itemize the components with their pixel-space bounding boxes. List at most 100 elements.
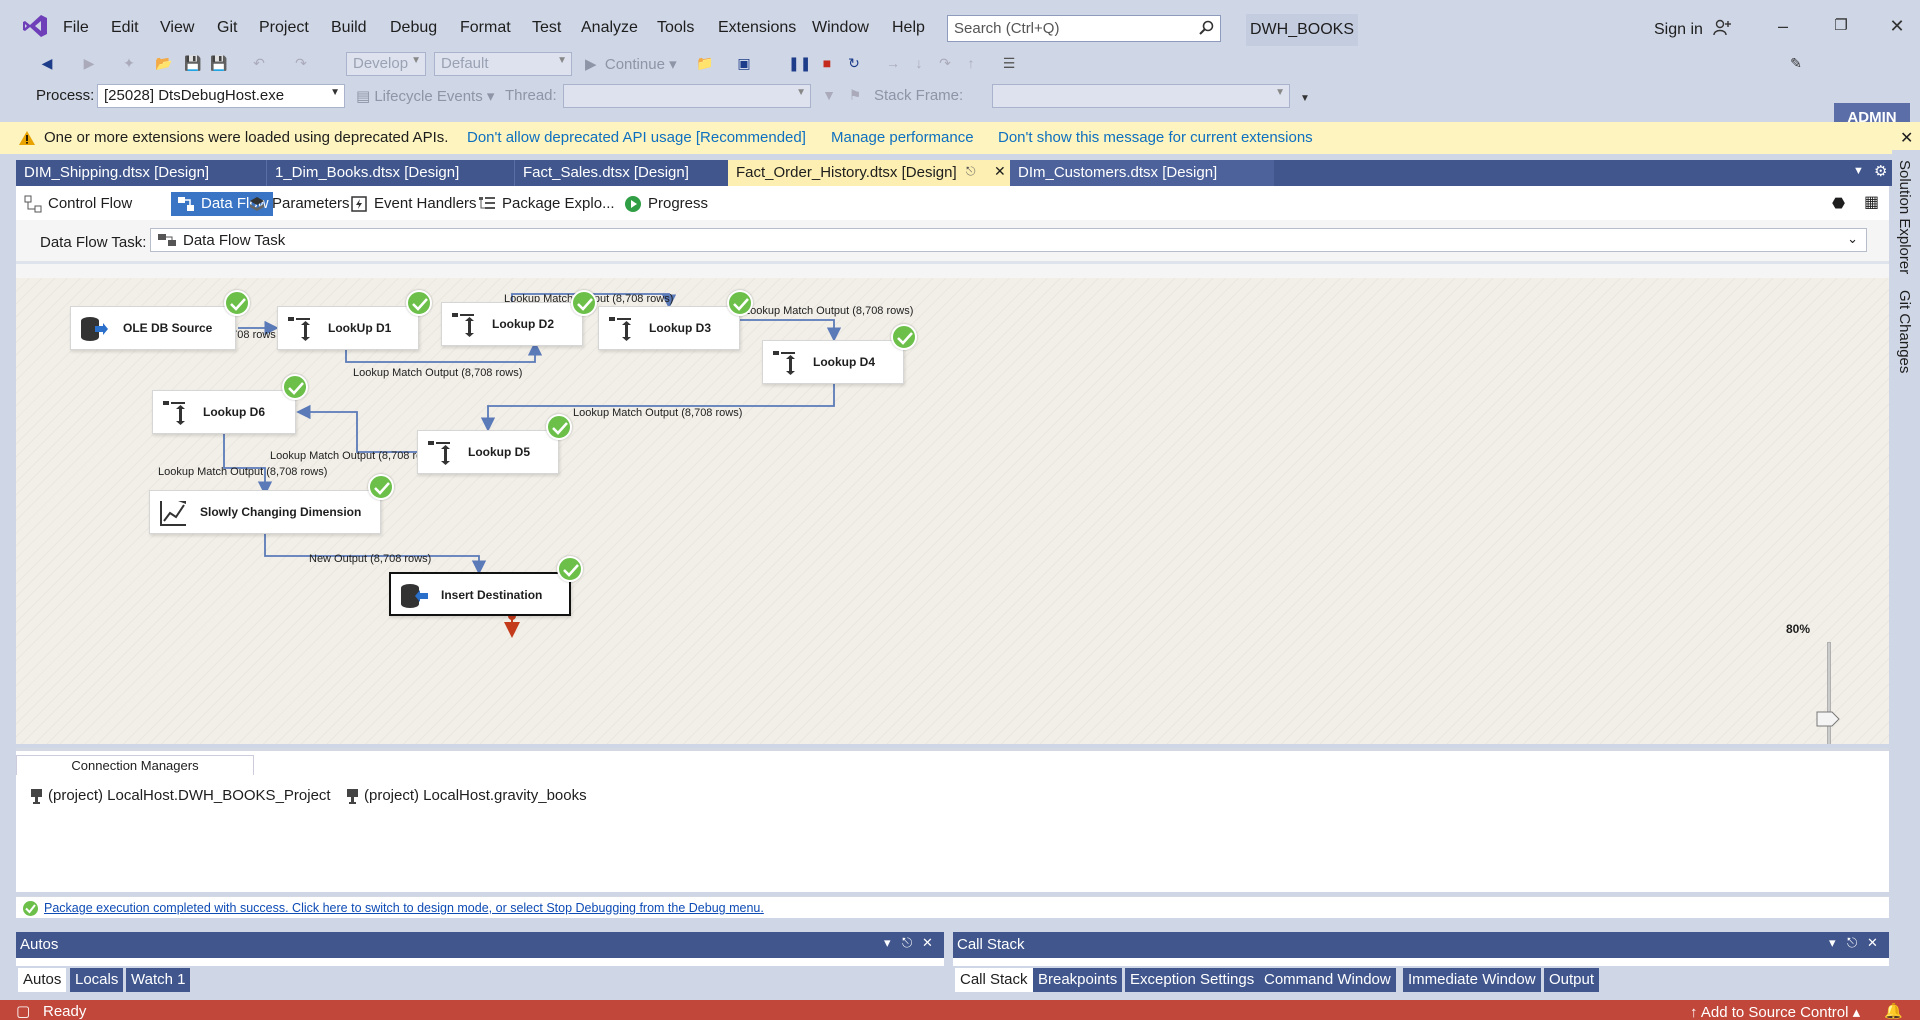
dont-show-message-link[interactable]: Don't show this message for current exte… [998, 129, 1313, 146]
open-folder-icon[interactable]: 📂 [153, 52, 175, 74]
menu-project[interactable]: Project [259, 19, 309, 37]
menu-view[interactable]: View [160, 19, 194, 37]
tab-locals[interactable]: Locals [70, 968, 124, 992]
thread-combo[interactable]: ▼ [563, 84, 811, 108]
menu-window[interactable]: Window [812, 19, 869, 37]
toolbox-icon[interactable]: ▦ [1864, 192, 1879, 212]
step-out-icon[interactable]: ↑ [960, 52, 982, 74]
tab-package-explorer[interactable]: Package Explo... [472, 192, 619, 216]
lookup-d2-node[interactable]: Lookup D2 [441, 302, 583, 346]
close-tab-icon[interactable]: ✕ [994, 163, 1006, 180]
insert-destination-node[interactable]: Insert Destination [389, 572, 571, 616]
toolbar-options-icon[interactable]: ▼ [1294, 88, 1316, 110]
search-icon[interactable] [1198, 20, 1214, 36]
add-to-source-control-button[interactable]: ↑ Add to Source Control ▴ [1690, 1003, 1860, 1020]
tab-exception-settings[interactable]: Exception Settings [1125, 968, 1260, 992]
connection-managers-tab[interactable]: Connection Managers [16, 755, 254, 775]
window-options-icon[interactable]: ▾ [1829, 935, 1836, 951]
tab-immediate-window[interactable]: Immediate Window [1403, 968, 1541, 992]
path-label-d1-d2[interactable]: Lookup Match Output (8,708 rows) [353, 367, 522, 379]
path-label-d4-d5[interactable]: Lookup Match Output (8,708 rows) [573, 407, 742, 419]
tab-progress[interactable]: Progress [618, 192, 712, 216]
tab-output[interactable]: Output [1544, 968, 1600, 992]
switch-to-design-mode-link[interactable]: Package execution completed with success… [44, 901, 764, 915]
close-infobar-icon[interactable]: ✕ [1900, 128, 1913, 148]
solution-explorer-tab[interactable]: Solution Explorer [1896, 160, 1913, 274]
navigate-back-icon[interactable]: ◀ [36, 52, 58, 74]
doc-tab-fact-sales[interactable]: Fact_Sales.dtsx [Design] [514, 160, 740, 186]
new-project-icon[interactable]: ✦ [118, 52, 140, 74]
pin-icon[interactable]: ⎋ [1847, 935, 1857, 951]
lookup-d6-node[interactable]: Lookup D6 [152, 390, 296, 434]
menu-help[interactable]: Help [892, 19, 925, 37]
filter-icon[interactable]: ▼ [818, 84, 840, 106]
pause-icon[interactable]: ❚❚ [788, 52, 811, 74]
save-all-icon[interactable]: 💾 [208, 52, 230, 74]
doc-tab-dim-customers[interactable]: DIm_Customers.dtsx [Design] [1010, 160, 1274, 186]
lookup-d3-node[interactable]: Lookup D3 [598, 306, 740, 350]
lookup-d1-node[interactable]: LookUp D1 [277, 306, 419, 350]
tab-watch-1[interactable]: Watch 1 [126, 968, 191, 992]
screenshot-icon[interactable]: ▣ [733, 52, 755, 74]
menu-build[interactable]: Build [331, 19, 367, 37]
variables-icon[interactable]: ⬣ [1832, 194, 1845, 212]
path-label-d3-d4[interactable]: Lookup Match Output (8,708 rows) [744, 305, 913, 317]
doc-tab-fact-order-history[interactable]: Fact_Order_History.dtsx [Design] ⎋ ✕ [728, 160, 1018, 186]
menu-analyze[interactable]: Analyze [581, 19, 638, 37]
menu-extensions[interactable]: Extensions [718, 19, 796, 37]
tab-control-flow[interactable]: Control Flow [18, 192, 136, 216]
hex-display-icon[interactable]: ☰ [998, 52, 1020, 74]
ole-db-source-node[interactable]: OLE DB Source [70, 306, 236, 350]
menu-git[interactable]: Git [217, 19, 237, 37]
menu-edit[interactable]: Edit [111, 19, 139, 37]
path-label-scd-destination[interactable]: New Output (8,708 rows) [309, 553, 431, 565]
tab-parameters[interactable]: Parameters [242, 192, 354, 216]
path-label-d5-d6[interactable]: Lookup Match Output (8,708 rows) [270, 450, 439, 462]
tab-autos[interactable]: Autos [18, 968, 67, 992]
tab-event-handlers[interactable]: Event Handlers [344, 192, 481, 216]
restore-icon[interactable]: ❐ [1826, 16, 1856, 40]
notifications-icon[interactable]: 🔔 [1884, 1002, 1903, 1020]
disallow-deprecated-api-link[interactable]: Don't allow deprecated API usage [Recomm… [467, 129, 806, 146]
lifecycle-events-button[interactable]: ▤ Lifecycle Events ▾ [356, 87, 494, 105]
slowly-changing-dimension-node[interactable]: Slowly Changing Dimension [149, 490, 381, 534]
restart-icon[interactable]: ↻ [843, 52, 865, 74]
manage-performance-link[interactable]: Manage performance [831, 129, 974, 146]
attach-icon[interactable]: 📁 [694, 52, 716, 74]
continue-button[interactable]: ▶ Continue ▾ [585, 55, 677, 73]
git-changes-tab[interactable]: Git Changes [1896, 290, 1913, 373]
navigate-forward-icon[interactable]: ▶ [78, 52, 100, 74]
step-into-icon[interactable]: ↓ [908, 52, 930, 74]
close-icon[interactable]: ✕ [1882, 16, 1912, 40]
tab-call-stack[interactable]: Call Stack [955, 968, 1033, 992]
data-flow-task-combo[interactable]: Data Flow Task ⌄ [150, 228, 1867, 252]
show-next-statement-icon[interactable]: → [882, 52, 904, 74]
menu-tools[interactable]: Tools [657, 19, 694, 37]
menu-format[interactable]: Format [460, 19, 511, 37]
tab-command-window[interactable]: Command Window [1259, 968, 1396, 992]
path-label-d6-scd[interactable]: Lookup Match Output (8,708 rows) [158, 466, 327, 478]
menu-file[interactable]: File [63, 19, 89, 37]
redo-icon[interactable]: ↷ [290, 52, 312, 74]
step-over-icon[interactable]: ↷ [934, 52, 956, 74]
data-flow-canvas[interactable]: 8,708 rows Lookup Match Output (8,708 ro… [16, 278, 1889, 744]
connection-manager-item[interactable]: (project) LocalHost.gravity_books [346, 787, 587, 804]
sign-in-button[interactable]: Sign in [1654, 19, 1732, 39]
process-combo[interactable]: [25028] DtsDebugHost.exe ▼ [97, 84, 345, 108]
connection-manager-item[interactable]: (project) LocalHost.DWH_BOOKS_Project [30, 787, 331, 804]
stop-icon[interactable]: ■ [816, 52, 838, 74]
configuration-combo[interactable]: Develop ▼ [346, 52, 426, 76]
search-input[interactable]: Search (Ctrl+Q) [947, 15, 1221, 42]
close-icon[interactable]: ✕ [1867, 935, 1878, 951]
tab-breakpoints[interactable]: Breakpoints [1033, 968, 1123, 992]
doc-tab-dim-shipping[interactable]: DIM_Shipping.dtsx [Design] [16, 160, 264, 186]
zoom-slider-thumb[interactable] [1816, 711, 1840, 727]
close-icon[interactable]: ✕ [922, 935, 933, 951]
minimize-icon[interactable]: – [1768, 16, 1798, 40]
pin-icon[interactable]: ⎋ [902, 935, 912, 951]
platform-combo[interactable]: Default ▼ [434, 52, 572, 76]
menu-test[interactable]: Test [532, 19, 561, 37]
gear-icon[interactable]: ⚙ [1874, 162, 1887, 180]
menu-debug[interactable]: Debug [390, 19, 437, 37]
flag-threads-icon[interactable]: ⚑ [844, 84, 866, 106]
